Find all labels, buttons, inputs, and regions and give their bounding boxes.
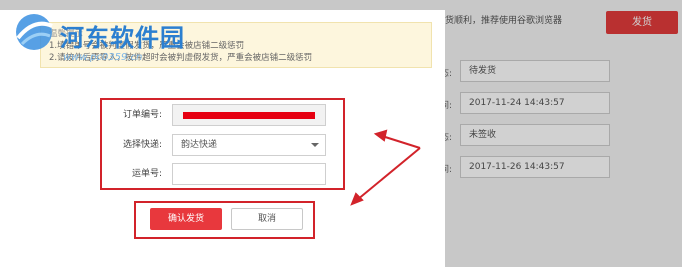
watermark-name: 河东软件园 — [60, 23, 185, 52]
arrow-head-buttons — [350, 192, 364, 206]
arrow-to-form — [381, 135, 421, 149]
watermark-url: www.pc0359.cn — [63, 52, 143, 63]
watermark-logo-icon — [16, 14, 53, 50]
site-watermark: 河东软件园 www.pc0359.cn — [8, 8, 208, 68]
arrow-head-form — [373, 129, 388, 142]
arrow-to-buttons — [356, 147, 421, 201]
